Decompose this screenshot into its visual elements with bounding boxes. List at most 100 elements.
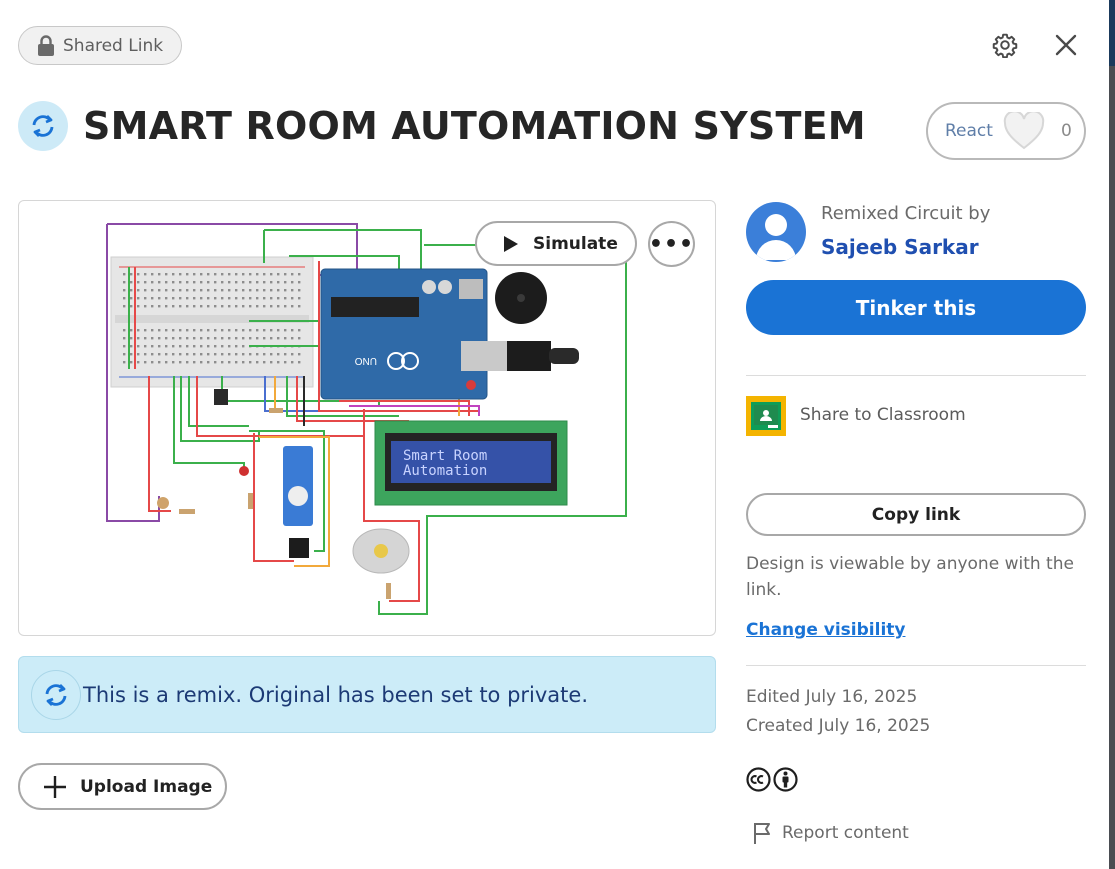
created-date: Created July 16, 2025 <box>746 716 931 736</box>
board-label: UNO <box>355 355 377 366</box>
breadboard-hole <box>158 361 161 364</box>
breadboard-hole <box>179 297 182 300</box>
breadboard-hole <box>172 289 175 292</box>
breadboard-hole <box>207 329 210 332</box>
breadboard-hole <box>291 329 294 332</box>
breadboard-hole <box>144 297 147 300</box>
shared-link-badge[interactable]: Shared Link <box>18 26 182 65</box>
breadboard-hole <box>242 305 245 308</box>
breadboard-hole <box>193 281 196 284</box>
breadboard-hole <box>186 281 189 284</box>
breadboard-hole <box>228 281 231 284</box>
breadboard-hole <box>165 281 168 284</box>
react-button[interactable]: React 0 <box>926 102 1086 160</box>
breadboard-hole <box>193 297 196 300</box>
breadboard-hole <box>235 297 238 300</box>
breadboard-hole <box>200 281 203 284</box>
google-classroom-icon[interactable] <box>746 396 786 436</box>
breadboard-hole <box>158 289 161 292</box>
breadboard-hole <box>249 353 252 356</box>
breadboard-hole <box>298 281 301 284</box>
more-options-button[interactable]: ••• <box>648 221 695 267</box>
breadboard-hole <box>151 281 154 284</box>
visibility-description: Design is viewable by anyone with the li… <box>746 554 1074 600</box>
breadboard-hole <box>228 329 231 332</box>
breadboard-hole <box>221 297 224 300</box>
breadboard-hole <box>207 281 210 284</box>
breadboard-hole <box>256 273 259 276</box>
breadboard-hole <box>151 305 154 308</box>
report-content-button[interactable]: Report content <box>752 821 909 845</box>
breadboard-hole <box>137 337 140 340</box>
breadboard-hole <box>193 361 196 364</box>
heart-icon <box>1003 112 1045 150</box>
upload-image-label: Upload Image <box>80 776 213 797</box>
breadboard-hole <box>165 345 168 348</box>
breadboard-hole <box>228 361 231 364</box>
breadboard-hole <box>158 353 161 356</box>
breadboard-hole <box>214 329 217 332</box>
breadboard-hole <box>256 305 259 308</box>
breadboard-hole <box>235 305 238 308</box>
author-avatar[interactable] <box>746 202 806 262</box>
author-link[interactable]: Sajeeb Sarkar <box>821 235 979 259</box>
breadboard-hole <box>186 353 189 356</box>
breadboard-hole <box>249 337 252 340</box>
breadboard-hole <box>165 353 168 356</box>
breadboard-hole <box>123 361 126 364</box>
breadboard-hole <box>270 305 273 308</box>
breadboard-hole <box>284 353 287 356</box>
breadboard-hole <box>249 305 252 308</box>
breadboard-hole <box>123 297 126 300</box>
breadboard-hole <box>263 337 266 340</box>
breadboard-hole <box>277 297 280 300</box>
breadboard-hole <box>277 273 280 276</box>
breadboard-hole <box>249 329 252 332</box>
change-visibility-link[interactable]: Change visibility <box>746 620 905 640</box>
edge-accent <box>1109 0 1115 66</box>
breadboard-hole <box>242 281 245 284</box>
breadboard-hole <box>137 345 140 348</box>
settings-button[interactable] <box>988 28 1022 62</box>
breadboard-hole <box>200 353 203 356</box>
breadboard-hole <box>165 289 168 292</box>
breadboard-hole <box>200 361 203 364</box>
breadboard-hole <box>298 337 301 340</box>
breadboard-hole <box>137 361 140 364</box>
simulate-button[interactable]: Simulate <box>475 221 637 266</box>
breadboard-hole <box>123 353 126 356</box>
breadboard-hole <box>172 361 175 364</box>
breadboard-hole <box>214 305 217 308</box>
breadboard-hole <box>284 273 287 276</box>
breadboard-hole <box>144 289 147 292</box>
breadboard-hole <box>214 353 217 356</box>
breadboard-hole <box>228 289 231 292</box>
lcd-display: Smart Room Automation <box>374 420 568 506</box>
react-count: 0 <box>1060 121 1072 141</box>
breadboard-hole <box>151 337 154 340</box>
breadboard-hole <box>221 289 224 292</box>
upload-image-button[interactable]: Upload Image <box>18 763 227 810</box>
breadboard-hole <box>270 353 273 356</box>
servo-motor <box>283 446 313 558</box>
share-to-classroom-label[interactable]: Share to Classroom <box>800 405 966 425</box>
gear-icon <box>992 33 1018 58</box>
breadboard-hole <box>123 305 126 308</box>
breadboard-hole <box>214 281 217 284</box>
breadboard-hole <box>263 281 266 284</box>
breadboard-hole <box>172 337 175 340</box>
breadboard-hole <box>137 305 140 308</box>
copy-link-button[interactable]: Copy link <box>746 493 1086 536</box>
tinker-this-button[interactable]: Tinker this <box>746 280 1086 335</box>
breadboard-hole <box>123 273 126 276</box>
breadboard-hole <box>214 297 217 300</box>
more-icon: ••• <box>648 231 695 257</box>
breadboard-hole <box>151 273 154 276</box>
close-button[interactable] <box>1049 28 1083 62</box>
breadboard-hole <box>207 297 210 300</box>
breadboard-hole <box>165 337 168 340</box>
breadboard-hole <box>249 297 252 300</box>
license-icons[interactable] <box>746 767 798 792</box>
breadboard-hole <box>228 305 231 308</box>
attribution-icon <box>773 767 798 792</box>
